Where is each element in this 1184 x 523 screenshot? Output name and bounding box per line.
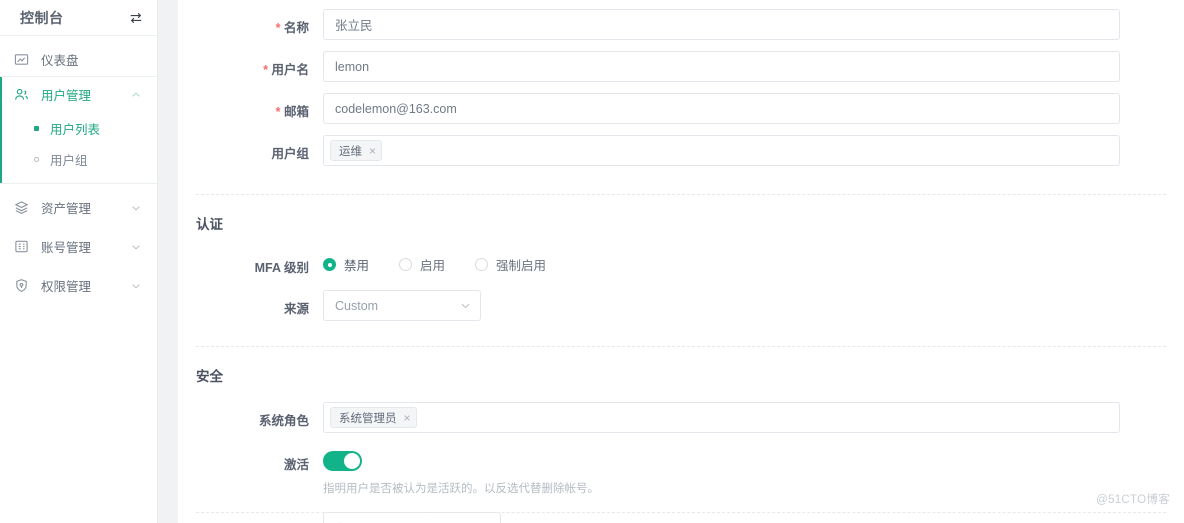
field-label-source: 来源 [283,302,309,316]
field-row-username: * 用户名 lemon [178,51,1184,82]
activate-toggle[interactable] [323,451,362,471]
sidebar-divider [0,183,157,184]
field-row-user-group: 用户组 运维 × [178,135,1184,166]
username-input[interactable]: lemon [323,51,1120,82]
chevron-down-icon[interactable] [131,202,141,212]
name-input[interactable]: 张立民 [323,9,1120,40]
tag-label: 运维 [339,145,362,158]
shield-icon [14,278,29,293]
activate-hint-text: 指明用户是否被认为是活跃的。以反选代替删除帐号。 [323,483,599,495]
section-title-auth: 认证 [196,217,223,232]
account-icon [14,239,29,254]
users-icon [14,87,29,102]
field-label-user-group: 用户组 [271,147,309,161]
section-divider-security [196,346,1166,347]
sidebar-item-user-management[interactable]: 用户管理 [0,77,157,111]
radio-label: 启用 [420,259,446,273]
user-detail-form: 账户* * 名称 张立民 * 用户名 lemon * [178,0,1184,523]
field-row-source: 来源 Custom [178,290,1184,321]
tag-user-group: 运维 × [330,140,383,161]
sidebar-nav: 仪表盘 用户管理 用户列表 用户组 资产管理 账号管理 权限管理 [0,36,157,302]
field-row-system-role: 系统角色 系统管理员 × [178,402,1184,433]
sidebar-item-label: 权限管理 [41,279,92,294]
bullet-icon [34,157,39,162]
field-label-expire-date: 失效日期 [178,512,323,523]
sidebar-item-dashboard[interactable]: 仪表盘 [0,42,157,76]
chevron-up-icon[interactable] [131,89,141,99]
app-root: 控制台 仪表盘 用户管理 用户列表 用户组 资产管理 账号管理 权限管理 * 名… [0,0,1184,523]
bullet-icon [34,126,39,131]
layout-gutter [158,0,178,523]
sidebar-header: 控制台 [0,0,157,36]
dashboard-icon [14,52,29,67]
field-label-name: * 名称 [275,21,309,35]
layers-icon [14,200,29,215]
toggle-knob [344,453,360,469]
tag-system-role: 系统管理员 × [330,407,417,428]
sidebar-item-asset-management[interactable]: 资产管理 [0,190,157,224]
radio-label: 强制启用 [496,259,547,273]
section-divider-auth [196,194,1166,195]
mfa-option-forced[interactable]: 强制启用 [475,255,546,274]
field-label-system-role: 系统角色 [258,414,309,428]
section-divider-bottom [196,512,1166,513]
required-marker: * [275,21,281,35]
radio-label: 禁用 [344,259,370,273]
required-marker: * [275,105,281,119]
chevron-down-icon[interactable] [131,241,141,251]
sidebar: 控制台 仪表盘 用户管理 用户列表 用户组 资产管理 账号管理 权限管理 [0,0,158,523]
mfa-radio-group: 禁用 启用 强制启用 [323,249,1120,274]
field-row-mfa-level: MFA 级别 禁用 启用 强制启用 [178,249,1184,276]
tag-remove-icon[interactable]: × [404,412,411,424]
user-group-select[interactable]: 运维 × [323,135,1120,166]
field-row-email: * 邮箱 codelemon@163.com [178,93,1184,124]
required-marker: * [263,63,268,77]
field-row-expire-date: 失效日期 2094-02-19 15:23:24 [178,512,1184,523]
console-title: 控制台 [20,9,64,26]
sidebar-item-label: 仪表盘 [41,53,79,68]
radio-icon [399,258,413,271]
chevron-down-icon[interactable] [131,280,141,290]
source-select[interactable]: Custom [323,290,481,321]
field-label-username: * 用户名 [263,63,309,77]
field-row-name: * 名称 张立民 [178,9,1184,40]
sidebar-subitem-label: 用户组 [50,154,88,168]
sidebar-item-label: 用户管理 [41,88,92,103]
swap-horizontal-icon[interactable] [129,11,143,25]
sidebar-item-user-group[interactable]: 用户组 [0,144,157,175]
tag-remove-icon[interactable]: × [369,145,376,157]
sidebar-item-label: 资产管理 [41,201,92,216]
system-role-select[interactable]: 系统管理员 × [323,402,1120,433]
mfa-option-disabled[interactable]: 禁用 [323,255,369,274]
field-label-email: * 邮箱 [275,105,309,119]
chevron-down-icon [460,300,471,311]
field-label-activate: 激活 [283,458,309,472]
radio-icon [323,258,336,271]
sidebar-item-user-list[interactable]: 用户列表 [0,113,157,144]
radio-icon [475,258,489,271]
section-title-security: 安全 [196,369,223,384]
watermark: @51CTO博客 [1096,494,1170,506]
sidebar-item-label: 账号管理 [41,240,92,255]
sidebar-subitem-label: 用户列表 [50,123,101,137]
expire-date-input[interactable]: 2094-02-19 15:23:24 [323,512,501,523]
tag-label: 系统管理员 [339,412,397,425]
sidebar-item-permission-management[interactable]: 权限管理 [0,268,157,302]
source-select-value: Custom [335,298,379,313]
sidebar-sublist-user-management: 用户列表 用户组 [0,111,157,183]
field-row-activate: 激活 指明用户是否被认为是活跃的。以反选代替删除帐号。 [178,446,1184,496]
sidebar-item-account-management[interactable]: 账号管理 [0,229,157,263]
field-label-mfa-level: MFA 级别 [254,261,309,275]
email-input[interactable]: codelemon@163.com [323,93,1120,124]
mfa-option-enabled[interactable]: 启用 [399,255,445,274]
sidebar-group-user-management: 用户管理 用户列表 用户组 [0,77,157,183]
